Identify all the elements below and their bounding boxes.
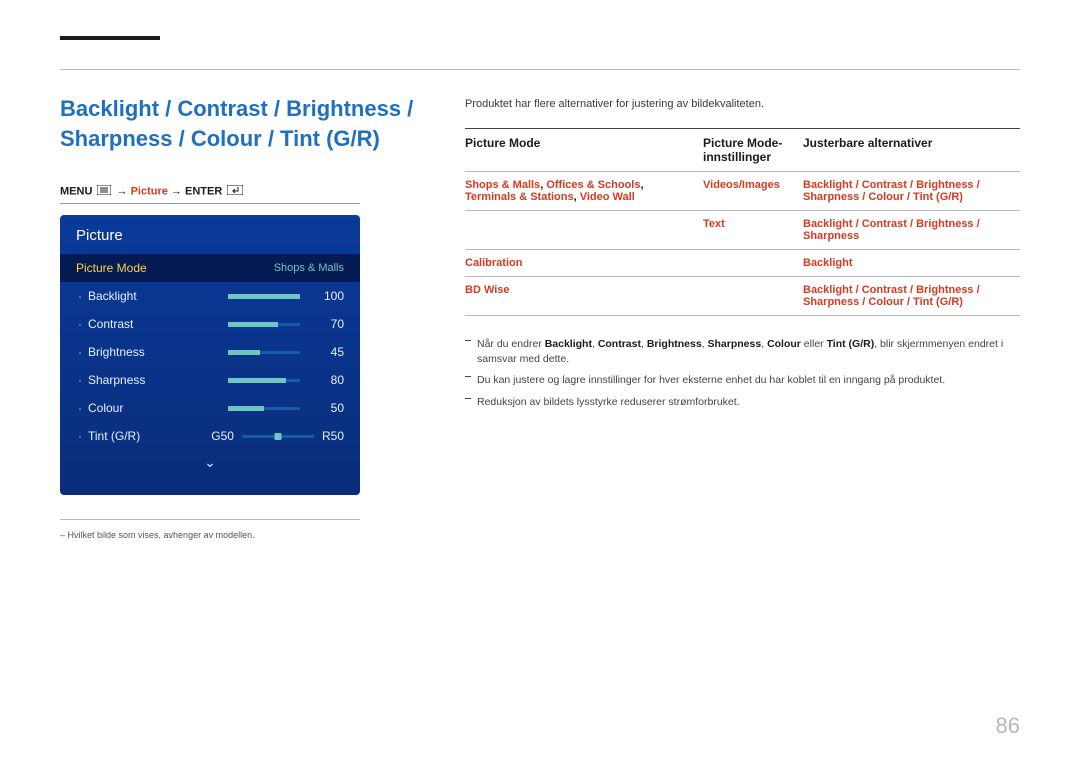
cell-setting xyxy=(703,284,803,308)
osd-row[interactable]: · Colour 50 xyxy=(76,394,344,422)
tint-slider[interactable] xyxy=(242,435,314,438)
path-picture: Picture xyxy=(131,185,168,197)
th-adjustable: Justerbare alternativer xyxy=(803,136,1020,164)
bullet-icon: · xyxy=(76,289,84,303)
options-table: Picture Mode Picture Mode-innstillinger … xyxy=(465,128,1020,316)
cell-options: Backlight / Contrast / Brightness / Shar… xyxy=(803,284,1020,308)
osd-row-picture-mode[interactable]: Picture Mode Shops & Malls xyxy=(60,254,360,282)
path-menu: MENU xyxy=(60,185,92,197)
value-slider[interactable] xyxy=(228,295,300,298)
bullet-icon: · xyxy=(76,317,84,331)
cell-mode xyxy=(465,218,703,242)
osd-label: Sharpness xyxy=(88,373,184,387)
note-line: Når du endrer Backlight, Contrast, Brigh… xyxy=(465,337,1020,367)
osd-row[interactable]: · Contrast 70 xyxy=(76,310,344,338)
bullet-icon: · xyxy=(76,373,84,387)
value-slider[interactable] xyxy=(228,351,300,354)
cell-mode: BD Wise xyxy=(465,284,703,308)
path-enter: ENTER xyxy=(185,185,222,197)
tint-r: R50 xyxy=(322,429,344,443)
note-line: Reduksjon av bildets lysstyrke reduserer… xyxy=(465,395,1020,410)
table-row: BD Wise Backlight / Contrast / Brightness… xyxy=(465,276,1020,316)
tint-g: G50 xyxy=(211,429,234,443)
model-footnote: Hvilket bilde som vises, avhenger av mod… xyxy=(60,530,255,540)
cell-options: Backlight xyxy=(803,257,1020,269)
page-title: Backlight / Contrast / Brightness / Shar… xyxy=(60,94,440,153)
section-tab-marker xyxy=(60,36,160,70)
page-number: 86 xyxy=(996,713,1020,739)
osd-row-tint[interactable]: · Tint (G/R) G50 R50 xyxy=(76,422,344,450)
bullet-icon: · xyxy=(76,345,84,359)
value-slider[interactable] xyxy=(228,407,300,410)
menu-icon xyxy=(97,185,111,198)
osd-value: 45 xyxy=(310,345,344,359)
page-top-rule xyxy=(60,69,1020,70)
bullet-icon: · xyxy=(76,429,84,443)
path-underline xyxy=(60,203,360,204)
cell-options: Backlight / Contrast / Brightness / Shar… xyxy=(803,218,1020,242)
osd-value: 100 xyxy=(310,289,344,303)
value-slider[interactable] xyxy=(228,379,300,382)
cell-mode: Shops & Malls, Offices & Schools, Termin… xyxy=(465,179,703,203)
cell-setting: Videos/Images xyxy=(703,179,803,203)
table-row: Shops & Malls, Offices & Schools, Termin… xyxy=(465,171,1020,210)
osd-label: Colour xyxy=(88,401,184,415)
osd-row[interactable]: · Sharpness 80 xyxy=(76,366,344,394)
osd-label: Contrast xyxy=(88,317,184,331)
cell-mode: Calibration xyxy=(465,257,703,269)
footnote-rule xyxy=(60,519,360,520)
osd-label: Backlight xyxy=(88,289,184,303)
enter-icon xyxy=(227,185,243,198)
table-row: Calibration Backlight xyxy=(465,249,1020,276)
note-line: Du kan justere og lagre innstillinger fo… xyxy=(465,373,1020,388)
value-slider[interactable] xyxy=(228,323,300,326)
intro-text: Produktet har flere alternativer for jus… xyxy=(465,98,764,110)
osd-value: 50 xyxy=(310,401,344,415)
cell-setting xyxy=(703,257,803,269)
cell-setting: Text xyxy=(703,218,803,242)
notes-block: Når du endrer Backlight, Contrast, Brigh… xyxy=(465,337,1020,416)
chevron-down-icon[interactable]: ⌄ xyxy=(76,454,344,471)
th-picture-mode: Picture Mode xyxy=(465,136,703,164)
osd-label: Tint (G/R) xyxy=(88,429,184,443)
menu-path: MENU → Picture → ENTER xyxy=(60,185,245,198)
table-row: TextBacklight / Contrast / Brightness / … xyxy=(465,210,1020,249)
osd-row[interactable]: · Brightness 45 xyxy=(76,338,344,366)
osd-value: 70 xyxy=(310,317,344,331)
osd-label: Picture Mode xyxy=(76,261,172,275)
th-settings: Picture Mode-innstillinger xyxy=(703,136,803,164)
cell-options: Backlight / Contrast / Brightness / Shar… xyxy=(803,179,1020,203)
osd-value: 80 xyxy=(310,373,344,387)
osd-label: Brightness xyxy=(88,345,184,359)
osd-title: Picture xyxy=(76,227,344,244)
osd-value: Shops & Malls xyxy=(274,262,344,274)
bullet-icon: · xyxy=(76,401,84,415)
osd-row[interactable]: · Backlight 100 xyxy=(76,282,344,310)
osd-panel: Picture Picture Mode Shops & Malls · Back… xyxy=(60,215,360,495)
